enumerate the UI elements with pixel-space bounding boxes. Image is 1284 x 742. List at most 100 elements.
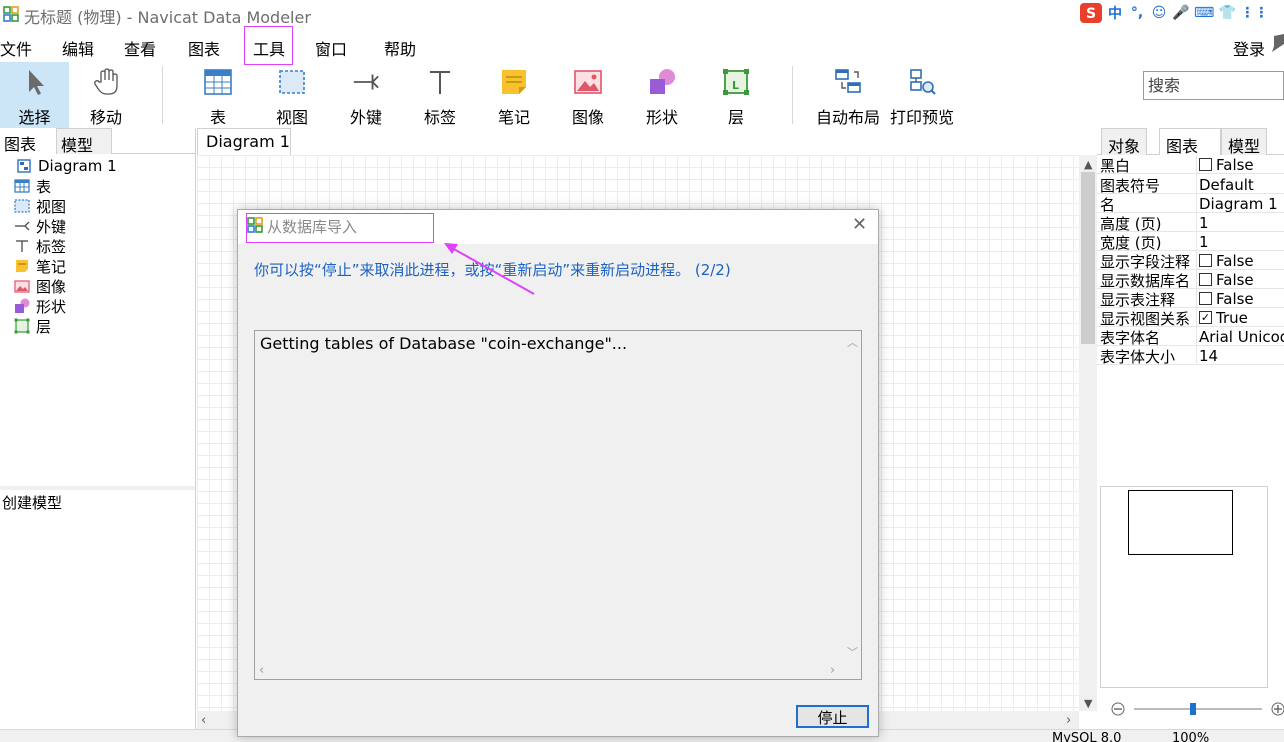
status-zoom-level: 100% (1172, 731, 1210, 742)
menu-edit[interactable]: 编辑 (62, 36, 94, 60)
create-model-label: 创建模型 (2, 494, 63, 512)
checkbox[interactable] (1199, 292, 1212, 305)
property-grid-divider[interactable] (1196, 155, 1197, 363)
tool-view-button[interactable]: 视图 (270, 62, 314, 128)
smiley-icon[interactable]: ☺ (1150, 3, 1168, 23)
layer-icon (14, 318, 30, 334)
tool-note-button[interactable]: 笔记 (492, 62, 536, 128)
navicat-logo-icon (3, 6, 19, 22)
property-row[interactable]: 表字体大小 14 (1097, 346, 1284, 365)
tab-diagram-1[interactable]: Diagram 1 (197, 128, 291, 155)
diagram-icon (16, 158, 32, 174)
label-icon (426, 68, 454, 96)
scroll-up-icon[interactable]: ▲ (1084, 158, 1092, 171)
checkbox[interactable] (1199, 254, 1212, 267)
tab-model-props[interactable]: 模型 (1221, 128, 1268, 156)
canvas-vertical-scroll-thumb[interactable] (1081, 172, 1095, 344)
annotation-highlight-tools (244, 26, 293, 65)
shape-icon (14, 298, 30, 314)
view-icon (278, 68, 306, 96)
keyboard-icon[interactable]: ⌨ (1194, 3, 1214, 23)
tool-shape-button[interactable]: 形状 (640, 62, 684, 128)
sogou-logo-icon[interactable]: S (1080, 3, 1102, 23)
window-title: 无标题 (物理) - Navicat Data Modeler (24, 8, 311, 27)
tool-move-button[interactable]: 移动 (80, 62, 132, 128)
toolbar: 选择 移动 表 视图 外键 标签 笔记 图像 形状 L 层 自动布局 打印预览 (0, 62, 1284, 128)
menu-view[interactable]: 查看 (124, 36, 156, 60)
property-row[interactable]: 显示表注释 False (1097, 289, 1284, 308)
property-row[interactable]: 高度 (页) 1 (1097, 213, 1284, 232)
left-panel-splitter[interactable] (0, 486, 196, 490)
tab-diagram[interactable]: 图表 (1159, 128, 1221, 156)
tree-item-table[interactable]: 表 (14, 176, 51, 196)
property-row[interactable]: 显示字段注释 False (1097, 251, 1284, 270)
tree-item-label[interactable]: 标签 (14, 236, 66, 256)
tool-layer-button[interactable]: L 层 (714, 62, 758, 128)
ime-mode-chinese[interactable]: 中 (1106, 3, 1124, 23)
scroll-left-icon[interactable]: ‹ (201, 713, 206, 728)
log-vertical-scrollbar[interactable]: ︿ ﹀ (843, 331, 861, 661)
property-row[interactable]: 表字体名 Arial Unicode (1097, 327, 1284, 346)
tool-image-button[interactable]: 图像 (566, 62, 610, 128)
property-row[interactable]: 显示视图关系 ✓ True (1097, 308, 1284, 327)
grid-menu-icon[interactable]: ⋮⋮ (1240, 3, 1268, 23)
checkbox[interactable] (1199, 273, 1212, 286)
tool-label-button[interactable]: 标签 (418, 62, 462, 128)
tree-item-shape[interactable]: 形状 (14, 296, 66, 316)
tab-diagrams[interactable]: 图表 (0, 128, 56, 154)
tool-foreign-key-button[interactable]: 外键 (344, 62, 388, 128)
property-row[interactable]: 宽度 (页) 1 (1097, 232, 1284, 251)
stop-button[interactable]: 停止 (796, 705, 869, 728)
tool-table-button[interactable]: 表 (198, 62, 238, 128)
ime-tray: S 中 °, ☺ 🎤 ⌨ 👕 ⋮⋮ (1080, 2, 1268, 24)
tree-item-diagram[interactable]: Diagram 1 (16, 156, 117, 176)
search-input[interactable] (1144, 72, 1283, 99)
zoom-slider (1104, 700, 1284, 718)
property-row[interactable]: 显示数据库名 False (1097, 270, 1284, 289)
tab-model[interactable]: 模型 (56, 128, 112, 155)
overview-viewport[interactable] (1128, 490, 1233, 555)
tree-item-view[interactable]: 视图 (14, 196, 66, 216)
foreign-key-icon (352, 68, 380, 96)
skin-icon[interactable]: 👕 (1218, 3, 1236, 23)
menu-help[interactable]: 帮助 (384, 36, 416, 60)
property-row[interactable]: 黑白 False (1097, 155, 1284, 174)
close-icon[interactable]: ✕ (852, 214, 867, 235)
menu-diagram[interactable]: 图表 (188, 36, 220, 60)
tab-object[interactable]: 对象 (1101, 128, 1148, 156)
tree-item-foreign-key[interactable]: 外键 (14, 216, 66, 236)
property-row[interactable]: 图表符号 Default (1097, 175, 1284, 194)
tool-print-preview-button[interactable]: 打印预览 (888, 62, 956, 128)
left-panel-border (195, 128, 196, 742)
login-link[interactable]: 登录 (1233, 36, 1265, 60)
property-row[interactable]: 名 Diagram 1 (1097, 194, 1284, 213)
ime-punctuation[interactable]: °, (1128, 3, 1146, 23)
scroll-right-icon[interactable]: › (1066, 713, 1071, 728)
chat-bubble-icon[interactable] (1272, 34, 1284, 56)
layer-icon: L (722, 68, 750, 96)
scroll-left-icon[interactable]: ‹ (259, 663, 264, 678)
pointer-icon (21, 68, 49, 96)
scroll-up-icon[interactable]: ︿ (847, 334, 858, 350)
tool-auto-layout-button[interactable]: 自动布局 (814, 62, 882, 128)
checkbox[interactable] (1199, 158, 1212, 171)
tool-select-button[interactable]: 选择 (0, 62, 69, 128)
menu-window[interactable]: 窗口 (315, 36, 347, 60)
image-icon (14, 278, 30, 294)
menu-file[interactable]: 文件 (0, 36, 32, 60)
tree-item-image[interactable]: 图像 (14, 276, 66, 296)
foreign-key-icon (14, 218, 30, 234)
scroll-right-icon[interactable]: › (830, 663, 835, 678)
note-icon (500, 68, 528, 96)
left-panel-tabs: 图表 模型 (0, 128, 196, 155)
tree-item-note[interactable]: 笔记 (14, 256, 66, 276)
status-database-type: MySQL 8.0 (1052, 731, 1122, 742)
tree-item-layer[interactable]: 层 (14, 316, 51, 336)
checkbox-checked[interactable]: ✓ (1199, 311, 1212, 324)
scroll-down-icon[interactable]: ﹀ (847, 644, 858, 660)
menu-bar: 文件 编辑 查看 图表 工具 窗口 帮助 登录 (0, 30, 1284, 62)
progress-log[interactable] (254, 330, 862, 680)
microphone-icon[interactable]: 🎤 (1172, 3, 1190, 23)
log-horizontal-scrollbar[interactable]: ‹ › (255, 661, 843, 679)
scroll-down-icon[interactable]: ▼ (1084, 697, 1092, 710)
